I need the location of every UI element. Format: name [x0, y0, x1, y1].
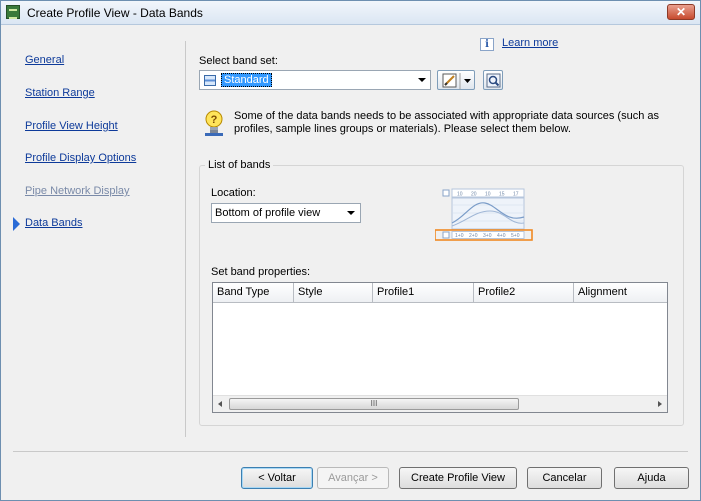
vertical-divider: [185, 41, 186, 437]
chevron-down-icon: [418, 78, 426, 82]
app-icon: [6, 5, 20, 19]
preview-tick: 15: [499, 192, 505, 198]
nav-item-pipe-network-display: Pipe Network Display: [25, 185, 130, 197]
grid-header: Band Type Style Profile1 Profile2 Alignm…: [213, 283, 667, 303]
nav-item-general[interactable]: General: [25, 54, 64, 66]
preview-station: 4+0: [497, 233, 506, 239]
preview-station: 2+0: [469, 233, 478, 239]
preview-tick: 17: [513, 192, 519, 198]
help-button[interactable]: Ajuda: [614, 467, 689, 489]
lightbulb-icon: ?: [205, 110, 223, 136]
nav-item-station-range[interactable]: Station Range: [25, 87, 95, 99]
next-button: Avançar >: [317, 467, 389, 489]
horizontal-scrollbar[interactable]: III: [213, 395, 667, 412]
cancel-button[interactable]: Cancelar: [527, 467, 602, 489]
preview-tick: 10: [457, 192, 463, 198]
footer-divider: [13, 451, 688, 452]
preview-station: 3+0: [483, 233, 492, 239]
preview-station: 5+0: [511, 233, 520, 239]
info-icon: i: [480, 38, 494, 51]
window-title: Create Profile View - Data Bands: [27, 6, 203, 20]
band-location-preview: 10 20 10 15 17 1+0 2+0 3+0 4+0 5+0: [435, 188, 533, 241]
preview-tick: 10: [485, 192, 491, 198]
edit-style-icon: [442, 73, 471, 89]
column-header-profile2[interactable]: Profile2: [474, 283, 574, 303]
band-set-value: Standard: [221, 73, 272, 87]
column-header-band-type[interactable]: Band Type: [213, 283, 294, 303]
band-set-icon: [204, 75, 216, 86]
column-header-alignment[interactable]: Alignment: [574, 283, 667, 303]
nav-item-data-bands[interactable]: Data Bands: [25, 217, 82, 229]
title-bar: Create Profile View - Data Bands ✕: [1, 1, 700, 25]
nav-item-profile-view-height[interactable]: Profile View Height: [25, 120, 118, 132]
list-of-bands-title: List of bands: [205, 159, 274, 171]
band-set-dropdown[interactable]: Standard: [199, 70, 431, 90]
learn-more-link[interactable]: Learn more: [502, 37, 558, 49]
nav-item-profile-display-options[interactable]: Profile Display Options: [25, 152, 136, 164]
edit-band-set-button[interactable]: [437, 70, 475, 90]
magnifier-icon: [486, 73, 501, 88]
current-step-arrow-icon: [13, 217, 20, 231]
preview-band-set-button[interactable]: [483, 70, 503, 90]
band-set-label: Select band set:: [199, 55, 278, 67]
preview-tick: 20: [471, 192, 477, 198]
band-properties-label: Set band properties:: [211, 266, 311, 278]
create-profile-view-button[interactable]: Create Profile View: [399, 467, 517, 489]
close-button[interactable]: ✕: [667, 4, 695, 20]
column-header-style[interactable]: Style: [294, 283, 373, 303]
data-source-notice: Some of the data bands needs to be assoc…: [234, 110, 659, 135]
scroll-thumb[interactable]: III: [229, 398, 519, 410]
preview-station: 1+0: [455, 233, 464, 239]
dialog-window: Create Profile View - Data Bands ✕ Gener…: [0, 0, 701, 501]
column-header-profile1[interactable]: Profile1: [373, 283, 474, 303]
svg-text:?: ?: [211, 114, 218, 126]
location-dropdown[interactable]: Bottom of profile view: [211, 203, 361, 223]
scroll-left-icon[interactable]: [218, 401, 222, 407]
chevron-down-icon: [347, 211, 355, 215]
back-button[interactable]: < Voltar: [241, 467, 313, 489]
location-value: Bottom of profile view: [215, 207, 321, 219]
band-properties-grid[interactable]: Band Type Style Profile1 Profile2 Alignm…: [212, 282, 668, 413]
location-label: Location:: [211, 187, 256, 199]
scroll-right-icon[interactable]: [658, 401, 662, 407]
